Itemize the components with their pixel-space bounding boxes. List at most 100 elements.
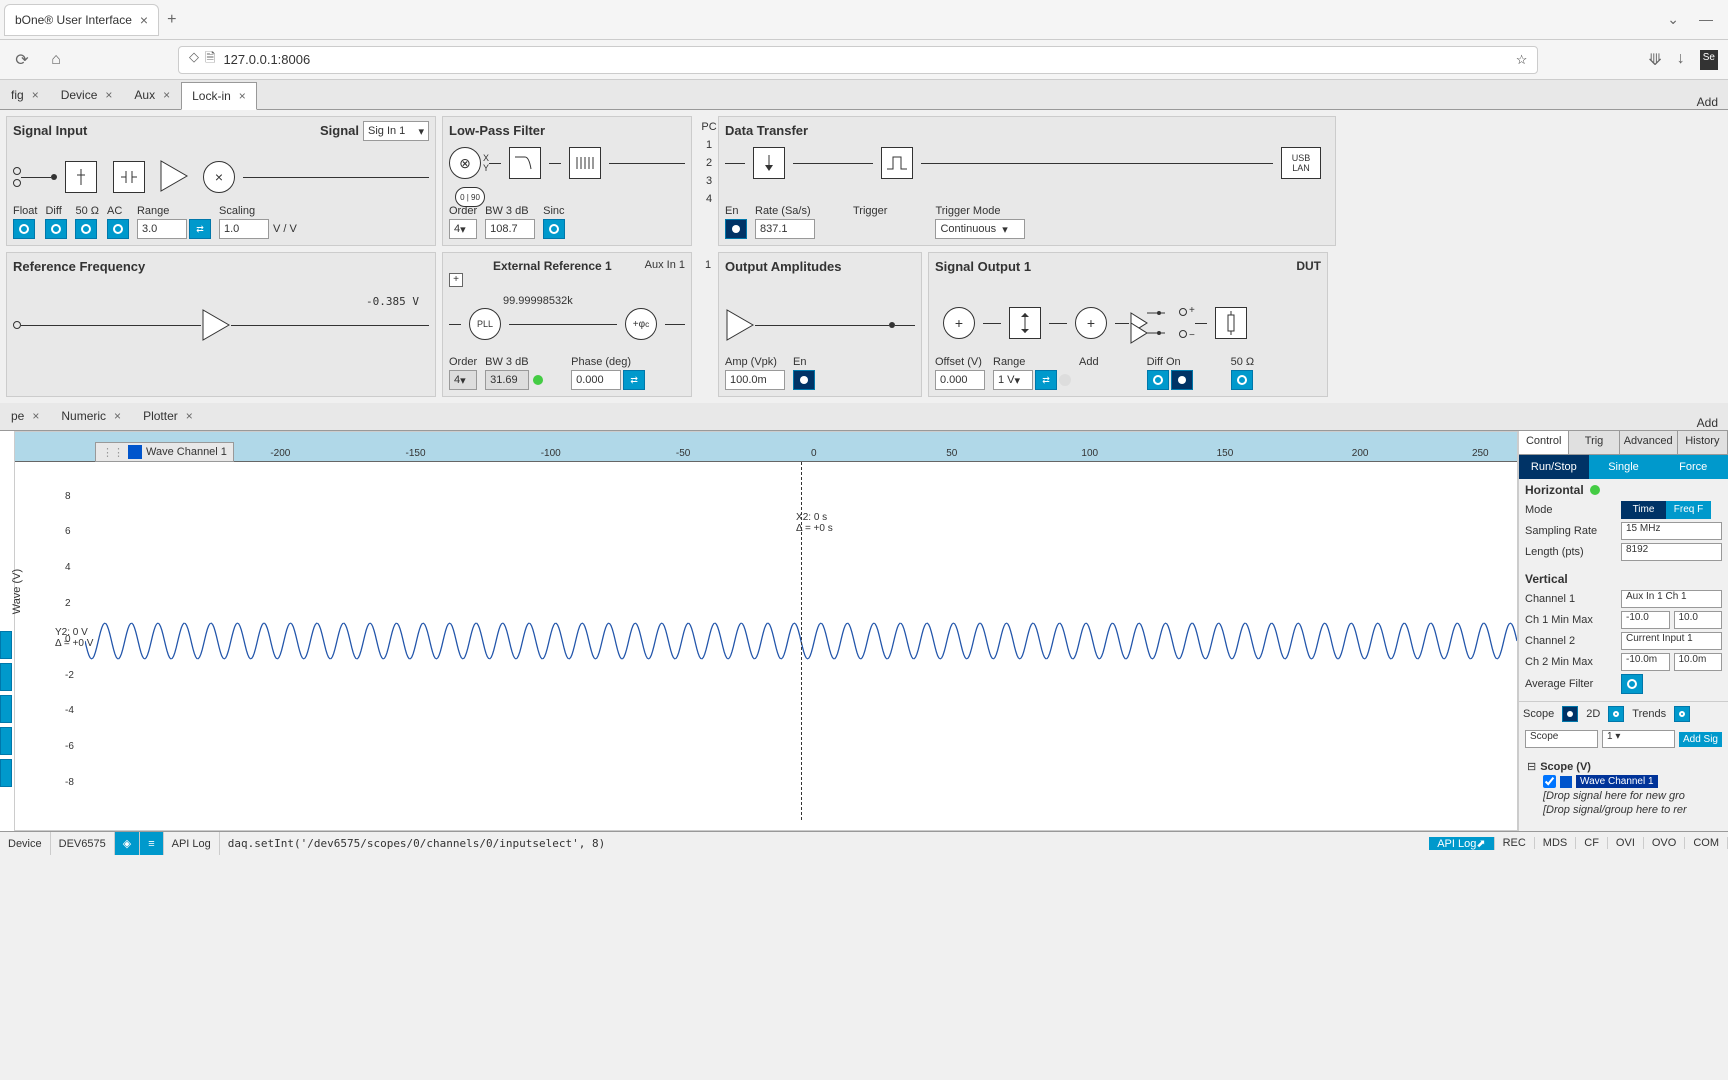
sinc-toggle[interactable] (543, 219, 565, 239)
mode-freq-button[interactable]: Freq F (1666, 501, 1711, 519)
en-toggle[interactable] (725, 219, 747, 239)
tab-plotter[interactable]: Plotter× (132, 402, 204, 430)
browser-tab[interactable]: bOne® User Interface × (4, 4, 159, 36)
home-icon[interactable]: ⌂ (44, 48, 68, 72)
scope-tool-3[interactable] (0, 695, 12, 723)
reload-icon[interactable]: ⟳ (10, 48, 34, 72)
tab-device[interactable]: Device× (50, 81, 124, 109)
scope-tool-5[interactable] (0, 759, 12, 787)
offset-input[interactable]: 0.000 (935, 370, 985, 390)
add-tab-button[interactable]: Add (1687, 416, 1728, 430)
extension-icon[interactable]: Se (1700, 50, 1718, 70)
extref-order-dropdown[interactable]: 4 ▾ (449, 370, 477, 390)
trigger-mode-dropdown[interactable]: Continuous ▾ (935, 219, 1025, 239)
expand-button[interactable]: + (449, 273, 463, 287)
pocket-icon[interactable]: ⟱ (1648, 50, 1661, 70)
status-icon-2[interactable]: ≡ (140, 832, 163, 855)
range-auto-toggle[interactable]: ⇄ (189, 219, 211, 239)
close-icon[interactable]: × (114, 409, 121, 423)
extref-bw-input[interactable]: 31.69 (485, 370, 529, 390)
run-stop-button[interactable]: Run/Stop (1519, 455, 1589, 479)
close-icon[interactable]: × (32, 409, 39, 423)
single-button[interactable]: Single (1589, 455, 1659, 479)
amp-en-toggle[interactable] (793, 370, 815, 390)
tab-aux[interactable]: Aux× (123, 81, 181, 109)
close-icon[interactable]: × (105, 88, 112, 102)
scope-select-dropdown[interactable]: Scope (1525, 730, 1598, 748)
close-icon[interactable]: × (239, 89, 246, 103)
scope-view-toggle[interactable] (1562, 706, 1578, 722)
close-icon[interactable]: × (32, 88, 39, 102)
ctrl-tab-control[interactable]: Control (1519, 431, 1569, 454)
tab-lockin[interactable]: Lock-in× (181, 82, 257, 110)
phase-zero-button[interactable]: ⇄ (623, 370, 645, 390)
scope-tool-2[interactable] (0, 663, 12, 691)
tab-scope[interactable]: pe× (0, 402, 50, 430)
drop-hint-1[interactable]: [Drop signal here for new gro (1527, 789, 1720, 803)
download-icon[interactable]: ↓ (1677, 50, 1685, 70)
range-dropdown[interactable]: 1 V ▾ (993, 370, 1033, 390)
range-input[interactable]: 3.0 (137, 219, 187, 239)
trends-view-toggle[interactable] (1674, 706, 1690, 722)
add-signal-button[interactable]: Add Sig (1679, 732, 1722, 747)
minimize-icon[interactable]: — (1699, 11, 1713, 28)
scope-tool-1[interactable] (0, 631, 12, 659)
on-toggle[interactable] (1171, 370, 1193, 390)
scope-plot[interactable]: Wave (V) -250 -200 -150 -100 -50 0 50 10… (14, 431, 1518, 831)
signal-dropdown[interactable]: Sig In 1▾ (363, 121, 429, 141)
diff-toggle[interactable] (1147, 370, 1169, 390)
status-mds[interactable]: MDS (1535, 837, 1576, 849)
ch1-min-input[interactable]: -10.0 (1621, 611, 1670, 629)
status-cf[interactable]: CF (1576, 837, 1608, 849)
tree-collapse-icon[interactable]: ⊟ (1527, 760, 1536, 773)
ctrl-tab-advanced[interactable]: Advanced (1620, 431, 1678, 454)
amp-input[interactable]: 100.0m (725, 370, 785, 390)
device-id[interactable]: DEV6575 (51, 832, 115, 855)
api-log-button[interactable]: API Log ⬈ (1429, 837, 1494, 850)
tab-numeric[interactable]: Numeric× (50, 402, 132, 430)
status-ovi[interactable]: OVI (1608, 837, 1644, 849)
close-icon[interactable]: × (163, 88, 170, 102)
legend[interactable]: ⋮⋮ Wave Channel 1 (95, 442, 234, 462)
length-input[interactable]: 8192 (1621, 543, 1722, 561)
url-bar[interactable]: ◇ 🗎 127.0.0.1:8006 ☆ (178, 46, 1538, 74)
wave-ch1-label[interactable]: Wave Channel 1 (1576, 775, 1658, 788)
mode-time-button[interactable]: Time (1621, 501, 1666, 519)
order-dropdown[interactable]: 4 ▾ (449, 219, 477, 239)
bw-input[interactable]: 108.7 (485, 219, 535, 239)
new-tab-button[interactable]: + (167, 11, 176, 29)
drag-handle-icon[interactable]: ⋮⋮ (102, 446, 124, 459)
scope-tool-4[interactable] (0, 727, 12, 755)
status-rec[interactable]: REC (1495, 837, 1535, 849)
color-swatch[interactable] (1560, 776, 1572, 788)
drop-hint-2[interactable]: [Drop signal/group here to rer (1527, 803, 1720, 817)
shield-icon[interactable]: ◇ (189, 49, 199, 71)
50ohm-out-toggle[interactable] (1231, 370, 1253, 390)
status-icon-1[interactable]: ◈ (115, 832, 140, 855)
add-tab-button[interactable]: Add (1687, 95, 1728, 109)
rate-input[interactable]: 837.1 (755, 219, 815, 239)
ctrl-tab-history[interactable]: History (1678, 431, 1728, 454)
ch2-min-input[interactable]: -10.0m (1621, 653, 1670, 671)
tab-config[interactable]: fig× (0, 81, 50, 109)
avg-filter-toggle[interactable] (1621, 674, 1643, 694)
50ohm-toggle[interactable] (75, 219, 97, 239)
phase-input[interactable]: 0.000 (571, 370, 621, 390)
sampling-rate-input[interactable]: 15 MHz (1621, 522, 1722, 540)
status-ovo[interactable]: OVO (1644, 837, 1685, 849)
ch1-dropdown[interactable]: Aux In 1 Ch 1 (1621, 590, 1722, 608)
ac-toggle[interactable] (107, 219, 129, 239)
close-icon[interactable]: × (140, 12, 148, 28)
ch2-max-input[interactable]: 10.0m (1674, 653, 1723, 671)
ch2-dropdown[interactable]: Current Input 1 (1621, 632, 1722, 650)
scaling-input[interactable]: 1.0 (219, 219, 269, 239)
2d-view-toggle[interactable] (1608, 706, 1624, 722)
tabs-dropdown-icon[interactable]: ⌄ (1667, 11, 1679, 28)
wave-ch1-checkbox[interactable] (1543, 775, 1556, 788)
scope-num-dropdown[interactable]: 1 ▾ (1602, 730, 1675, 748)
ch1-max-input[interactable]: 10.0 (1674, 611, 1723, 629)
status-com[interactable]: COM (1685, 837, 1728, 849)
force-button[interactable]: Force (1658, 455, 1728, 479)
bookmark-icon[interactable]: ☆ (1516, 52, 1528, 68)
diff-toggle[interactable] (45, 219, 67, 239)
